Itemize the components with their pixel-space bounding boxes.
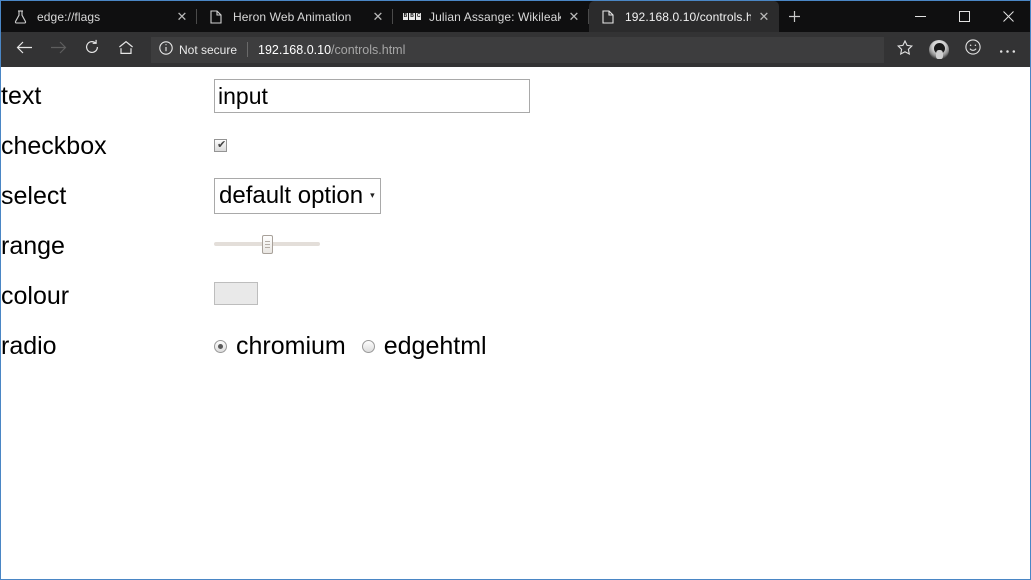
security-indicator[interactable]: Not secure	[159, 41, 237, 58]
page-icon	[600, 9, 616, 25]
tab-close-button[interactable]: ✕	[755, 8, 773, 26]
radio-dot-icon[interactable]	[361, 339, 375, 353]
row-control-text	[214, 71, 914, 121]
form-controls-table: text checkbox ✔ select	[1, 71, 914, 371]
tab-close-button[interactable]: ✕	[173, 8, 191, 26]
feedback-button[interactable]	[956, 35, 990, 65]
radio-label: edgehtml	[383, 331, 487, 360]
row-label-select: select	[1, 181, 67, 210]
table-row-text: text	[1, 71, 914, 121]
forward-button[interactable]	[41, 35, 75, 65]
browser-tab-1[interactable]: edge://flags ✕	[1, 1, 197, 32]
flask-icon	[12, 9, 28, 25]
back-button[interactable]	[7, 35, 41, 65]
forward-arrow-icon	[50, 40, 67, 60]
range-slider[interactable]	[214, 234, 320, 254]
bbc-icon: BBC	[402, 13, 422, 20]
tab-title: 192.168.0.10/controls.html	[625, 9, 751, 24]
tab-close-button[interactable]: ✕	[369, 8, 387, 26]
browser-tab-4-active[interactable]: 192.168.0.10/controls.html ✕	[589, 1, 779, 32]
browser-tab-3[interactable]: BBC Julian Assange: Wikileaks co-fou ✕	[393, 1, 589, 32]
checkmark-icon: ✔	[217, 139, 227, 152]
ellipsis-icon	[999, 41, 1016, 59]
table-row-select: select default option ▾	[1, 171, 914, 221]
address-divider	[247, 42, 249, 57]
back-arrow-icon	[16, 40, 33, 60]
url-path: /controls.html	[331, 42, 406, 57]
settings-menu-button[interactable]	[990, 35, 1024, 65]
browser-toolbar: Not secure 192.168.0.10/controls.html	[1, 32, 1030, 67]
browser-window: edge://flags ✕ Heron Web Animation ✕ BBC…	[0, 0, 1031, 580]
row-label-colour: colour	[1, 281, 70, 310]
address-bar[interactable]: Not secure 192.168.0.10/controls.html	[151, 36, 884, 63]
star-icon	[896, 39, 914, 60]
text-input[interactable]	[214, 79, 530, 113]
select-dropdown[interactable]: default option ▾	[214, 178, 381, 214]
table-row-range: range	[1, 221, 914, 271]
row-label-text: text	[1, 81, 42, 110]
home-button[interactable]	[109, 35, 143, 65]
radio-group: chromium edgehtml	[214, 331, 914, 360]
chevron-down-icon: ▾	[370, 189, 375, 200]
row-control-select: default option ▾	[214, 171, 914, 221]
colour-picker[interactable]	[214, 282, 258, 305]
home-icon	[118, 40, 134, 60]
page-content: text checkbox ✔ select	[1, 67, 1030, 579]
radio-label: chromium	[236, 331, 346, 360]
close-button[interactable]	[986, 1, 1030, 32]
row-control-checkbox: ✔	[214, 121, 914, 171]
url-text: 192.168.0.10/controls.html	[258, 43, 405, 57]
table-row-colour: colour	[1, 271, 914, 321]
radio-option-chromium[interactable]: chromium	[214, 331, 346, 360]
profile-button[interactable]	[922, 35, 956, 65]
tab-title: Julian Assange: Wikileaks co-fou	[429, 9, 561, 24]
radio-dot-icon[interactable]	[214, 339, 227, 353]
radio-option-edgehtml[interactable]: edgehtml	[361, 331, 487, 360]
row-label-checkbox: checkbox	[1, 131, 107, 160]
page-icon	[208, 9, 224, 25]
url-host: 192.168.0.10	[258, 42, 332, 57]
smiley-icon	[965, 39, 981, 60]
table-row-checkbox: checkbox ✔	[1, 121, 914, 171]
tab-title: edge://flags	[37, 9, 101, 24]
row-label-radio: radio	[1, 331, 57, 360]
row-control-radio: chromium edgehtml	[214, 321, 914, 371]
maximize-button[interactable]	[942, 1, 986, 32]
security-label: Not secure	[179, 42, 238, 57]
window-controls	[898, 1, 1030, 32]
refresh-button[interactable]	[75, 35, 109, 65]
select-selected-value: default option	[219, 182, 364, 209]
slider-thumb[interactable]	[262, 234, 273, 254]
row-control-colour	[214, 271, 914, 321]
info-circle-icon	[159, 41, 173, 58]
row-label-range: range	[1, 231, 65, 260]
browser-tab-2[interactable]: Heron Web Animation ✕	[197, 1, 393, 32]
favorites-button[interactable]	[888, 35, 922, 65]
tab-close-button[interactable]: ✕	[565, 8, 583, 26]
avatar-icon	[929, 39, 949, 60]
checkbox-input[interactable]: ✔	[214, 139, 227, 153]
new-tab-button[interactable]	[779, 1, 809, 32]
minimize-button[interactable]	[898, 1, 942, 32]
tab-strip: edge://flags ✕ Heron Web Animation ✕ BBC…	[1, 1, 1030, 32]
tab-title: Heron Web Animation	[233, 9, 352, 24]
table-row-radio: radio chromium edgehtml	[1, 321, 914, 371]
row-control-range	[214, 221, 914, 271]
refresh-icon	[84, 39, 100, 60]
